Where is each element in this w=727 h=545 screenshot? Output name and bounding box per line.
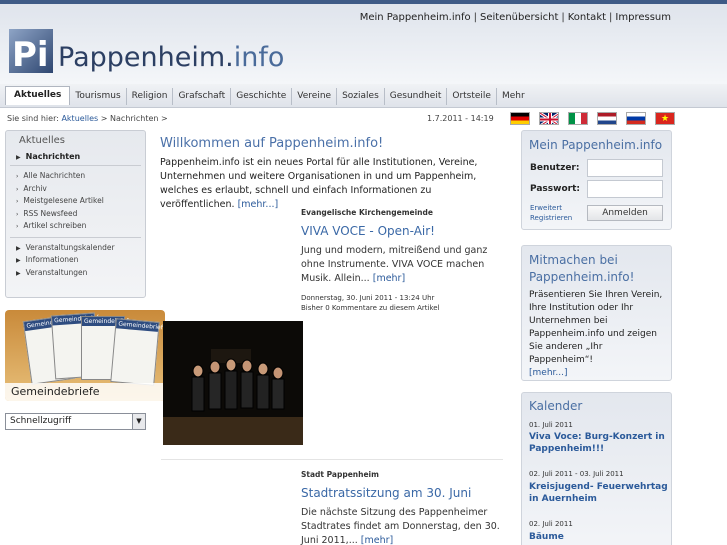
- menu-item-informationen[interactable]: ▶ Informationen: [6, 254, 145, 267]
- tab-gesundheit[interactable]: Gesundheit: [385, 88, 448, 105]
- header: Mein Pappenheim.info | Seitenübersicht | Kon…: [0, 4, 727, 84]
- article-photo[interactable]: [163, 321, 303, 445]
- menu-item-alle-nachrichten[interactable]: › Alle Nachrichten: [6, 170, 145, 183]
- schnellzugriff-select[interactable]: Schnellzugriff ▼: [5, 413, 146, 430]
- vietnamese-flag[interactable]: ★: [655, 112, 675, 125]
- main-nav: Aktuelles Tourismus Religion Grafschaft …: [0, 84, 727, 108]
- menu-item-veranstaltungen[interactable]: ▶ Veranstaltungen: [6, 267, 145, 280]
- top-link-seitenuebersicht[interactable]: Seitenübersicht: [480, 12, 558, 23]
- mitmachen-box: Mitmachen bei Pappenheim.info! Präsentie…: [521, 245, 672, 381]
- top-link-impressum[interactable]: Impressum: [615, 12, 671, 23]
- login-links: Erweitert Registrieren: [530, 203, 572, 223]
- logo-icon[interactable]: Pi: [9, 29, 53, 73]
- menu-item-nachrichten[interactable]: ▶ Nachrichten: [6, 146, 145, 161]
- chevron-down-icon[interactable]: ▼: [132, 414, 145, 429]
- english-flag[interactable]: [539, 112, 559, 125]
- mitmachen-title: Mitmachen bei Pappenheim.info!: [529, 253, 635, 284]
- tab-grafschaft[interactable]: Grafschaft: [173, 88, 232, 105]
- logo-wordmark[interactable]: Pappenheim.info: [58, 42, 284, 73]
- chevron-right-icon: ›: [16, 173, 19, 180]
- top-link-kontakt[interactable]: Kontakt: [568, 12, 606, 23]
- article-category: Stadt Pappenheim: [301, 470, 379, 479]
- tab-vereine[interactable]: Vereine: [292, 88, 338, 105]
- event-date: 01. Juli 2011: [529, 421, 573, 429]
- extended-login-link[interactable]: Erweitert: [530, 203, 572, 213]
- register-link[interactable]: Registrieren: [530, 213, 572, 223]
- arrow-right-icon: ▶: [16, 154, 21, 161]
- gemeindebriefe-banner[interactable]: Gemeindebrief Gemeindebrief Gemeindebrie…: [5, 310, 165, 401]
- event-date: 02. Juli 2011: [529, 520, 573, 528]
- menu-item-veranstaltungskalender[interactable]: ▶ Veranstaltungskalender: [6, 242, 145, 255]
- login-title: Mein Pappenheim.info: [529, 138, 663, 152]
- article-more-link[interactable]: [mehr]: [361, 535, 393, 545]
- article-meta: Donnerstag, 30. Juni 2011 - 13:24 Uhr Bis…: [301, 294, 440, 312]
- menu-item-artikel-schreiben[interactable]: › Artikel schreiben: [6, 220, 145, 233]
- article-title[interactable]: VIVA VOCE - Open-Air!: [301, 224, 435, 238]
- chevron-right-icon: ›: [16, 223, 19, 230]
- calendar-box: Kalender 01. Juli 2011 Viva Voce: Burg-K…: [521, 392, 672, 545]
- tab-mehr[interactable]: Mehr: [497, 88, 530, 105]
- left-menu: Aktuelles ▶ Nachrichten › Alle Nachrichten…: [5, 130, 146, 298]
- arrow-right-icon: ▶: [16, 257, 21, 264]
- mitmachen-more-link[interactable]: [mehr...]: [529, 368, 568, 378]
- chevron-right-icon: ›: [16, 198, 19, 205]
- tab-geschichte[interactable]: Geschichte: [231, 88, 293, 105]
- event-title[interactable]: Kreisjugend- Feuerwehrtag in Auernheim: [529, 481, 669, 505]
- menu-item-rss[interactable]: › RSS Newsfeed: [6, 208, 145, 221]
- password-label: Passwort:: [530, 184, 580, 194]
- tab-ortsteile[interactable]: Ortsteile: [447, 88, 497, 105]
- arrow-right-icon: ▶: [16, 269, 21, 277]
- article-teaser: Jung und modern, mitreißend und ganz ohn…: [301, 245, 488, 284]
- breadcrumb-link-aktuelles[interactable]: Aktuelles: [61, 114, 98, 123]
- event-date: 02. Juli 2011 - 03. Juli 2011: [529, 470, 624, 478]
- event-title[interactable]: Viva Voce: Burg-Konzert in Pappenheim!!!: [529, 431, 669, 455]
- chevron-right-icon: ›: [16, 185, 19, 193]
- event-title[interactable]: Bäume: [529, 531, 669, 543]
- tab-soziales[interactable]: Soziales: [337, 88, 385, 105]
- chevron-right-icon: ›: [16, 210, 19, 218]
- language-flags: ★: [510, 112, 684, 125]
- article-more-link[interactable]: [mehr]: [373, 273, 405, 284]
- password-input[interactable]: [587, 180, 663, 198]
- brochure-image: Gemeindebrief: [110, 318, 163, 386]
- login-button[interactable]: Anmelden: [587, 205, 663, 221]
- breadcrumb: Sie sind hier: Aktuelles > Nachrichten >: [7, 114, 168, 123]
- username-input[interactable]: [587, 159, 663, 177]
- current-datetime: 1.7.2011 - 14:19: [427, 114, 494, 123]
- italian-flag[interactable]: [568, 112, 588, 125]
- tab-religion[interactable]: Religion: [127, 88, 174, 105]
- dutch-flag[interactable]: [597, 112, 617, 125]
- login-box: Mein Pappenheim.info Benutzer: Passwort:…: [521, 130, 672, 230]
- calendar-title: Kalender: [529, 399, 583, 413]
- article-teaser: Die nächste Sitzung des Pappenheimer Sta…: [301, 507, 500, 545]
- username-label: Benutzer:: [530, 163, 580, 173]
- svg-text:Pi: Pi: [12, 35, 49, 73]
- menu-item-archiv[interactable]: › Archiv: [6, 183, 145, 196]
- german-flag[interactable]: [510, 112, 530, 125]
- top-link-mein[interactable]: Mein Pappenheim.info: [360, 12, 471, 23]
- arrow-right-icon: ▶: [16, 244, 21, 252]
- tab-tourismus[interactable]: Tourismus: [70, 88, 127, 105]
- mitmachen-text: Präsentieren Sie Ihren Verein, Ihre Inst…: [529, 290, 663, 378]
- article-category: Evangelische Kirchengemeinde: [301, 208, 433, 217]
- welcome-more-link[interactable]: [mehr...]: [238, 199, 279, 210]
- tab-aktuelles[interactable]: Aktuelles: [5, 86, 71, 105]
- russian-flag[interactable]: [626, 112, 646, 125]
- article-title[interactable]: Stadtratssitzung am 30. Juni: [301, 486, 471, 500]
- menu-item-meistgelesene[interactable]: › Meistgelesene Artikel: [6, 195, 145, 208]
- article-divider: [161, 459, 503, 460]
- welcome-title: Willkommen auf Pappenheim.info!: [160, 136, 384, 151]
- gemeindebriefe-label: Gemeindebriefe: [5, 383, 165, 401]
- top-links: Mein Pappenheim.info | Seitenübersicht | Kon…: [359, 12, 671, 23]
- welcome-text: Pappenheim.info ist ein neues Portal für…: [160, 157, 478, 210]
- left-menu-title: Aktuelles: [19, 135, 65, 146]
